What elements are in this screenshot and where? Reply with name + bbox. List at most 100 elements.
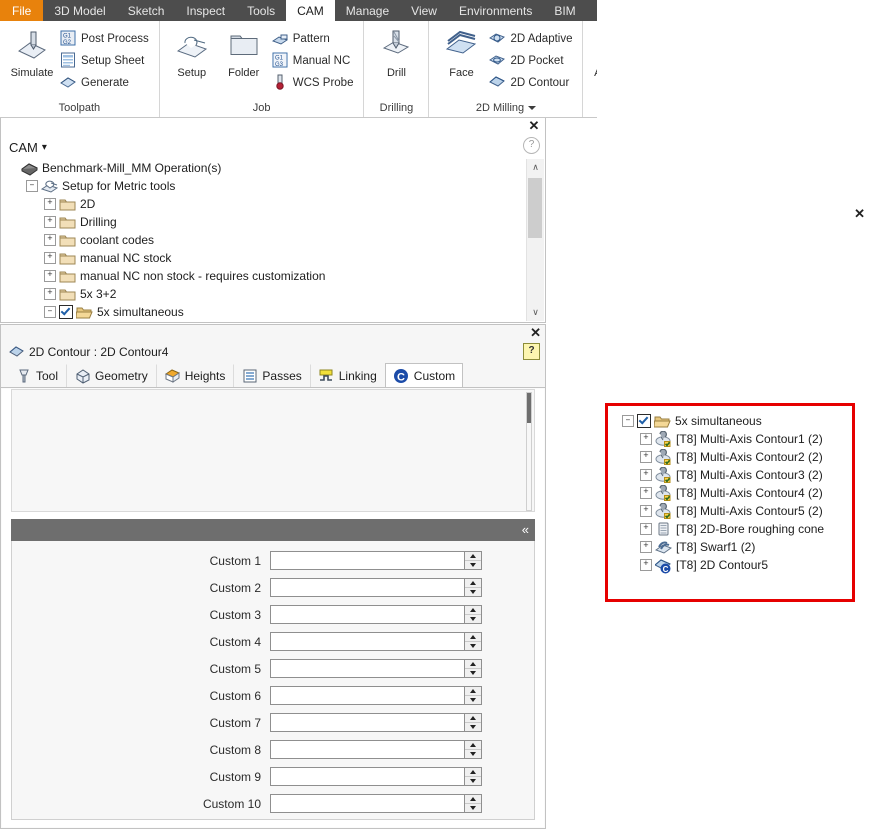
spinner-up-icon[interactable] [465, 633, 481, 642]
spinner-buttons[interactable] [465, 740, 482, 759]
custom-field-input-4[interactable] [270, 632, 465, 651]
custom-field-input-5[interactable] [270, 659, 465, 678]
tree-expand-toggle[interactable]: + [640, 451, 652, 463]
tree-expand-toggle[interactable]: + [44, 216, 56, 228]
preview-area[interactable] [11, 389, 535, 512]
tree-item[interactable]: + coolant codes [2, 231, 526, 249]
spinner-down-icon[interactable] [465, 615, 481, 623]
tab-tool[interactable]: Tool [7, 364, 66, 387]
tree-expand-toggle[interactable]: + [640, 559, 652, 571]
spinner-up-icon[interactable] [465, 552, 481, 561]
ribbon-tab-cam[interactable]: CAM [286, 0, 335, 21]
tree-expand-toggle[interactable]: + [640, 523, 652, 535]
chevron-up-icon[interactable]: « [522, 522, 529, 537]
tree-item[interactable]: +2D [2, 195, 526, 213]
ribbon-button-manual-nc[interactable]: G1 G3 Manual NC [270, 50, 358, 72]
tab-geometry[interactable]: Geometry [66, 364, 156, 387]
ribbon-tab-view[interactable]: View [400, 0, 448, 21]
tree-item[interactable]: – 5x simultaneous [618, 412, 852, 430]
spinner-buttons[interactable] [465, 605, 482, 624]
ribbon-button-pattern[interactable]: Pattern [270, 28, 358, 50]
ribbon-button-wcs-probe[interactable]: WCS Probe [270, 72, 358, 94]
tab-linking[interactable]: Linking [309, 364, 385, 387]
spinner-up-icon[interactable] [465, 768, 481, 777]
spinner-up-icon[interactable] [465, 714, 481, 723]
tree-item[interactable]: + Drilling [2, 213, 526, 231]
tree-item[interactable]: + [T8] Swarf1 (2) [618, 538, 852, 556]
preview-scrollbar[interactable] [526, 392, 532, 511]
spinner-down-icon[interactable] [465, 696, 481, 704]
spinner-down-icon[interactable] [465, 642, 481, 650]
tree-item[interactable]: – 5x simultaneous [2, 303, 526, 321]
ribbon-tab-environments[interactable]: Environments [448, 0, 543, 21]
spinner-down-icon[interactable] [465, 669, 481, 677]
spinner-up-icon[interactable] [465, 579, 481, 588]
cam-tree[interactable]: Benchmark-Mill_MM Operation(s) – Setup for… [2, 159, 526, 321]
tree-expand-toggle[interactable]: + [640, 433, 652, 445]
custom-field-spinner[interactable] [270, 578, 482, 597]
tree-item[interactable]: + [T8] Multi-Axis Contour3 (2) [618, 466, 852, 484]
close-icon[interactable]: ✕ [530, 325, 541, 341]
spinner-down-icon[interactable] [465, 723, 481, 731]
ribbon-button-2d-pocket[interactable]: 2D Pocket [487, 50, 576, 72]
tree-checkbox[interactable] [59, 305, 73, 319]
custom-field-spinner[interactable] [270, 632, 482, 651]
spinner-down-icon[interactable] [465, 777, 481, 785]
tree-item[interactable]: + [T8] Multi-Axis Contour1 (2) [618, 430, 852, 448]
spinner-buttons[interactable] [465, 659, 482, 678]
ribbon-button-adaptive[interactable]: Adaptive [589, 26, 597, 79]
chevron-down-icon[interactable]: ▾ [42, 142, 47, 153]
spinner-buttons[interactable] [465, 767, 482, 786]
tree-expand-toggle[interactable]: + [44, 270, 56, 282]
ribbon-tab-bim[interactable]: BIM [543, 0, 586, 21]
tree-checkbox[interactable] [637, 414, 651, 428]
ribbon-button-simulate[interactable]: Simulate [6, 26, 58, 79]
tree-expand-toggle[interactable]: + [44, 252, 56, 264]
custom-field-input-9[interactable] [270, 767, 465, 786]
spinner-up-icon[interactable] [465, 606, 481, 615]
custom-field-spinner[interactable] [270, 794, 482, 813]
ribbon-button-2d-adaptive[interactable]: 2D Adaptive [487, 28, 576, 50]
scrollbar-thumb[interactable] [528, 178, 542, 238]
cam-tree-scrollbar[interactable]: ∧ ∨ [526, 159, 544, 321]
spinner-buttons[interactable] [465, 578, 482, 597]
custom-field-input-3[interactable] [270, 605, 465, 624]
tree-item[interactable]: + [T8] 2D-Bore roughing cone [618, 520, 852, 538]
spinner-buttons[interactable] [465, 632, 482, 651]
custom-section-header[interactable]: « [11, 519, 535, 541]
tree-expand-toggle[interactable]: + [44, 288, 56, 300]
custom-field-input-1[interactable] [270, 551, 465, 570]
ribbon-button-2d-contour[interactable]: 2D Contour [487, 72, 576, 94]
custom-field-spinner[interactable] [270, 659, 482, 678]
ribbon-tab-sketch[interactable]: Sketch [117, 0, 176, 21]
spinner-buttons[interactable] [465, 551, 482, 570]
tree-expand-toggle[interactable]: + [640, 541, 652, 553]
tree-item[interactable]: + [T8] Multi-Axis Contour2 (2) [618, 448, 852, 466]
tree-expand-toggle[interactable]: – [622, 415, 634, 427]
ribbon-button-setup-sheet[interactable]: Setup Sheet [58, 50, 153, 72]
tab-heights[interactable]: Heights [155, 364, 234, 387]
tree-item[interactable]: + C [T8] 2D Contour5 [618, 556, 852, 574]
spinner-buttons[interactable] [465, 713, 482, 732]
ribbon-button-face[interactable]: Face [435, 26, 487, 79]
custom-field-input-2[interactable] [270, 578, 465, 597]
scroll-up-icon[interactable]: ∧ [527, 159, 544, 176]
ribbon-tab-tools[interactable]: Tools [236, 0, 286, 21]
custom-field-input-6[interactable] [270, 686, 465, 705]
custom-field-input-10[interactable] [270, 794, 465, 813]
tree-expand-toggle[interactable]: + [44, 198, 56, 210]
chevron-down-icon[interactable] [528, 106, 537, 111]
ribbon-tab-manage[interactable]: Manage [335, 0, 400, 21]
spinner-up-icon[interactable] [465, 660, 481, 669]
cam-panel-bottom-close-icon[interactable]: ✕ [854, 206, 865, 222]
ribbon-button-post-process[interactable]: G1 G2 Post Process [58, 28, 153, 50]
tree-item[interactable]: + [T8] Multi-Axis Contour5 (2) [618, 502, 852, 520]
tree-item[interactable]: – Setup for Metric tools [2, 177, 526, 195]
ribbon-button-drill[interactable]: Drill [370, 26, 422, 79]
help-icon[interactable]: ? [523, 343, 540, 360]
spinner-buttons[interactable] [465, 686, 482, 705]
custom-field-spinner[interactable] [270, 713, 482, 732]
tree-item[interactable]: + manual NC non stock - requires customiz… [2, 267, 526, 285]
tree-item[interactable]: Benchmark-Mill_MM Operation(s) [2, 159, 526, 177]
tree-expand-toggle[interactable]: – [26, 180, 38, 192]
